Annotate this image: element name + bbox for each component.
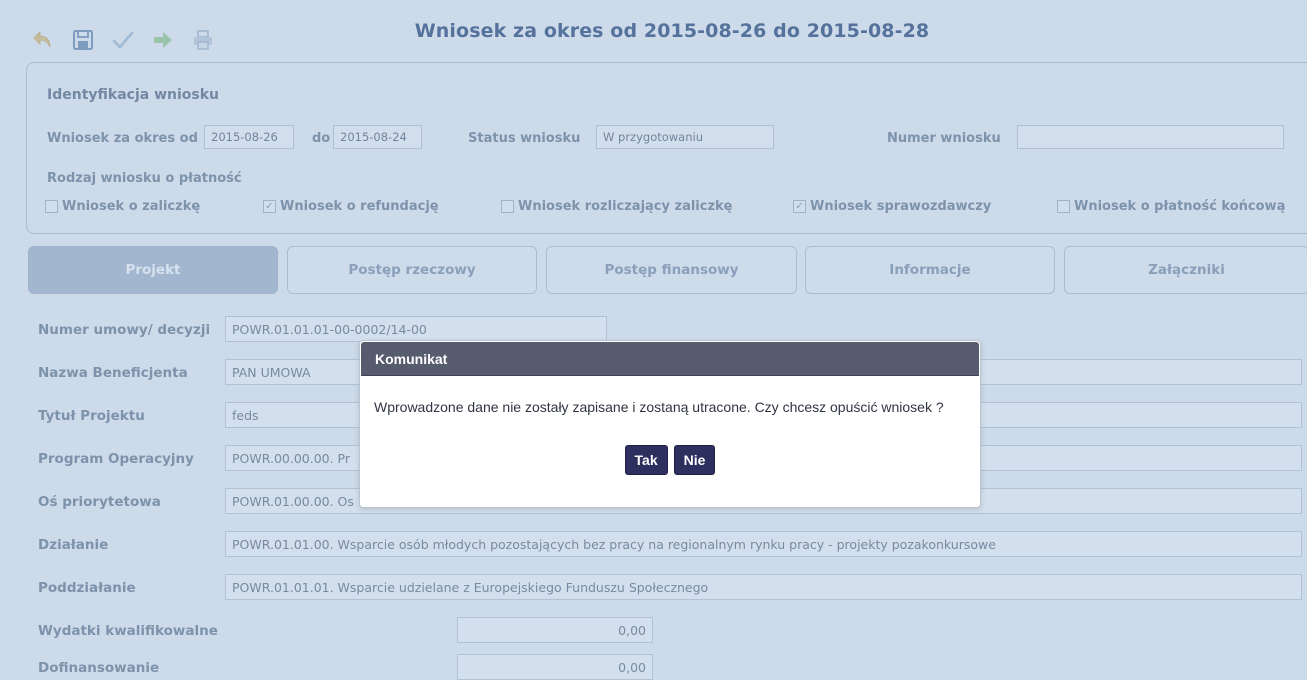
dialog-message: Wprowadzone dane nie zostały zapisane i … — [374, 399, 944, 415]
no-button[interactable]: Nie — [673, 445, 716, 475]
dialog-title: Komunikat — [375, 350, 448, 367]
confirm-dialog: Komunikat Wprowadzone dane nie zostały z… — [359, 340, 981, 508]
dialog-header: Komunikat — [361, 342, 979, 376]
application-window: Wniosek za okres od 2015-08-26 do 2015-0… — [0, 0, 1307, 680]
yes-button[interactable]: Tak — [624, 445, 668, 475]
dialog-buttons: Tak Nie — [360, 445, 980, 475]
